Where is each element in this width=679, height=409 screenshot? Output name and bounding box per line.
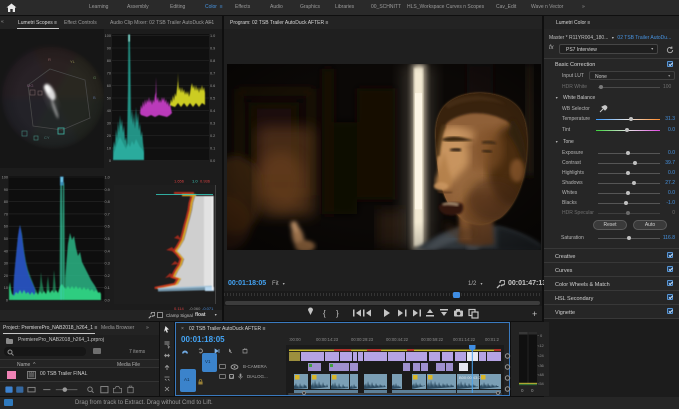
svg-text:90: 90 bbox=[4, 188, 8, 192]
svg-text:10: 10 bbox=[4, 286, 8, 290]
svg-text:MG: MG bbox=[27, 83, 33, 88]
svg-text:70: 70 bbox=[107, 72, 111, 76]
svg-text:1.0: 1.0 bbox=[210, 34, 215, 38]
svg-text:0.1: 0.1 bbox=[210, 147, 215, 151]
svg-text:40: 40 bbox=[107, 109, 111, 113]
svg-text:80: 80 bbox=[107, 59, 111, 63]
svg-text:60: 60 bbox=[107, 84, 111, 88]
svg-text:0.2: 0.2 bbox=[210, 134, 215, 138]
svg-text:0.7: 0.7 bbox=[210, 72, 215, 76]
svg-text:R: R bbox=[48, 57, 51, 62]
svg-text:1.0: 1.0 bbox=[192, 179, 198, 184]
svg-text:50: 50 bbox=[4, 237, 8, 241]
svg-text:0.9: 0.9 bbox=[105, 188, 110, 192]
svg-text:0.4: 0.4 bbox=[105, 249, 110, 253]
svg-text:0: 0 bbox=[540, 333, 543, 338]
svg-text:0.5: 0.5 bbox=[105, 237, 110, 241]
svg-text:0.0: 0.0 bbox=[210, 159, 215, 163]
svg-text:50: 50 bbox=[107, 97, 111, 101]
svg-text:1.0: 1.0 bbox=[105, 176, 110, 180]
svg-text:YL: YL bbox=[70, 59, 76, 64]
svg-text:0.9: 0.9 bbox=[210, 47, 215, 51]
svg-text:100: 100 bbox=[2, 176, 8, 180]
svg-text:40: 40 bbox=[4, 249, 8, 253]
svg-text:0.936: 0.936 bbox=[200, 179, 211, 184]
svg-text:0.3: 0.3 bbox=[210, 122, 215, 126]
svg-text:60: 60 bbox=[4, 225, 8, 229]
svg-text:G: G bbox=[93, 75, 96, 80]
svg-text:0.6: 0.6 bbox=[105, 225, 110, 229]
svg-text:0: 0 bbox=[109, 159, 111, 163]
svg-text:0.3: 0.3 bbox=[105, 262, 110, 266]
svg-text:20: 20 bbox=[107, 134, 111, 138]
svg-text:0.0: 0.0 bbox=[105, 299, 110, 303]
svg-text:30: 30 bbox=[4, 262, 8, 266]
svg-text:0.4: 0.4 bbox=[210, 109, 215, 113]
svg-text:90: 90 bbox=[107, 47, 111, 51]
svg-text:0.1: 0.1 bbox=[105, 286, 110, 290]
svg-text:0.6: 0.6 bbox=[210, 84, 215, 88]
svg-text:0: 0 bbox=[6, 299, 8, 303]
svg-text:1.656: 1.656 bbox=[174, 179, 185, 184]
svg-text:CY: CY bbox=[44, 135, 50, 140]
svg-text:20: 20 bbox=[4, 274, 8, 278]
svg-text:}: } bbox=[336, 309, 339, 318]
svg-text:70: 70 bbox=[4, 212, 8, 216]
svg-text:30: 30 bbox=[107, 122, 111, 126]
svg-text:100: 100 bbox=[105, 34, 111, 38]
svg-text:0: 0 bbox=[531, 388, 534, 393]
svg-text:B: B bbox=[93, 95, 96, 100]
svg-text:0.8: 0.8 bbox=[105, 200, 110, 204]
svg-text:B00:00:43:2: B00:00:43:2 bbox=[459, 375, 481, 380]
svg-text:80: 80 bbox=[4, 200, 8, 204]
svg-text:10: 10 bbox=[107, 147, 111, 151]
svg-text:0.5: 0.5 bbox=[210, 97, 215, 101]
svg-text:0.7: 0.7 bbox=[105, 212, 110, 216]
svg-text:0: 0 bbox=[521, 388, 524, 393]
svg-text:0.8: 0.8 bbox=[210, 59, 215, 63]
svg-text:{: { bbox=[323, 309, 326, 318]
svg-text:+: + bbox=[532, 309, 537, 319]
svg-text:0.2: 0.2 bbox=[105, 274, 110, 278]
